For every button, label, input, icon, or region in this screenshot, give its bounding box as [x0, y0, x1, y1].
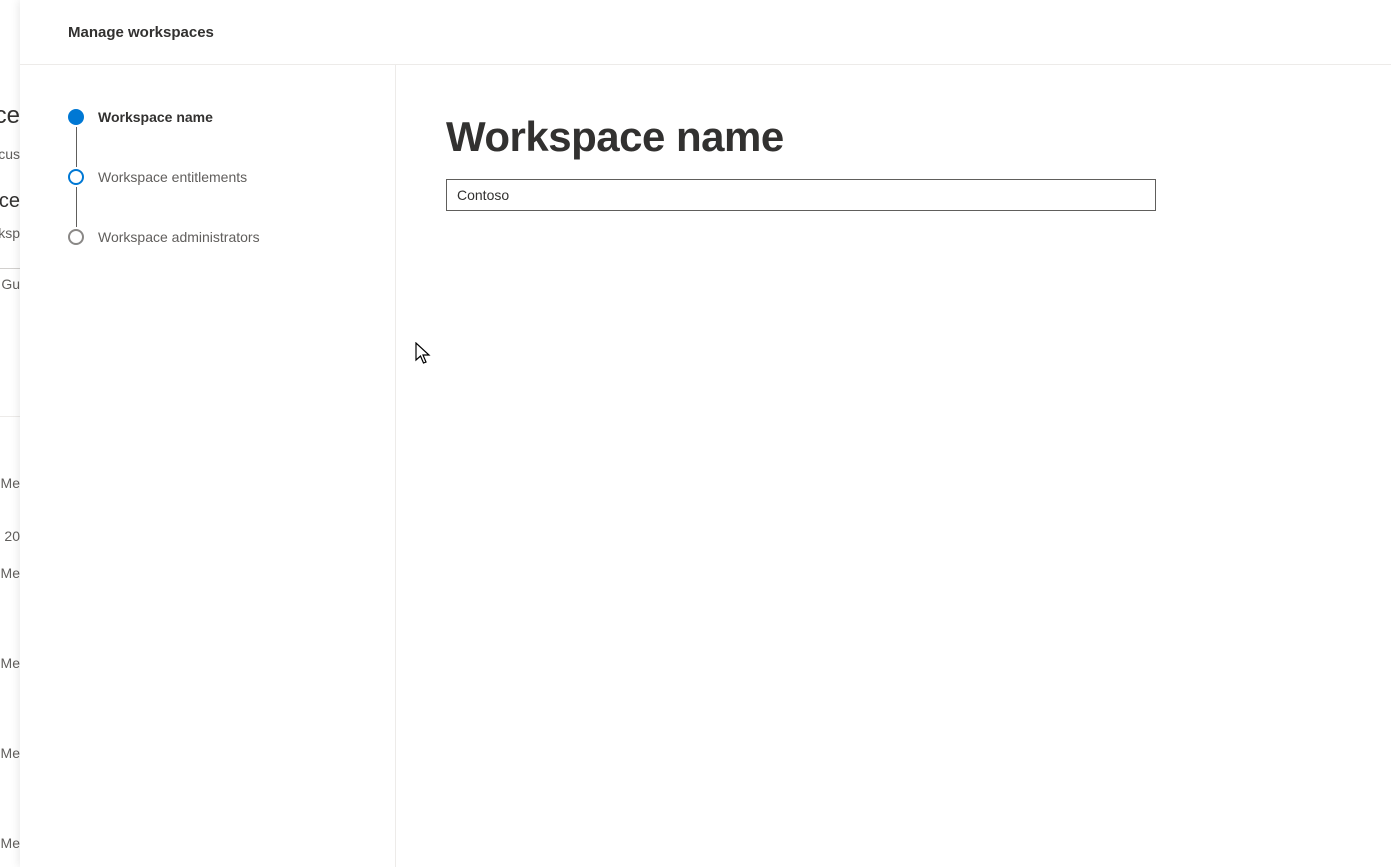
step-indicator-filled-icon	[68, 109, 84, 125]
bg-frag: Me	[1, 745, 20, 761]
panel-title: Manage workspaces	[68, 24, 214, 41]
step-label: Workspace name	[98, 109, 213, 125]
step-workspace-administrators[interactable]: Workspace administrators	[68, 227, 395, 247]
manage-workspaces-panel: Manage workspaces Workspace name Workspa…	[20, 0, 1391, 867]
bg-frag: Me	[1, 655, 20, 671]
step-indicator-outline-icon	[68, 169, 84, 185]
bg-frag: l Gu	[0, 276, 20, 292]
background-cutoff: ce cus ice rksp l Gu Me 20 Me Me Me Me	[0, 0, 20, 867]
bg-divider	[0, 416, 20, 417]
panel-header: Manage workspaces	[20, 0, 1391, 65]
step-workspace-entitlements[interactable]: Workspace entitlements	[68, 167, 395, 187]
step-label: Workspace administrators	[98, 229, 260, 245]
bg-frag: Me	[1, 565, 20, 581]
bg-frag: Me	[1, 475, 20, 491]
bg-frag: 20	[4, 528, 20, 544]
bg-frag: cus	[0, 146, 20, 162]
step-label: Workspace entitlements	[98, 169, 247, 185]
bg-frag: Me	[1, 835, 20, 851]
bg-frag: ice	[0, 190, 20, 213]
step-connector	[76, 187, 77, 227]
step-content: Workspace name	[396, 65, 1391, 867]
bg-frag: rksp	[0, 225, 20, 241]
page-heading: Workspace name	[446, 113, 1341, 161]
step-connector	[76, 127, 77, 167]
step-indicator-outline-icon	[68, 229, 84, 245]
wizard-stepper: Workspace name Workspace entitlements Wo…	[20, 65, 396, 867]
panel-body: Workspace name Workspace entitlements Wo…	[20, 65, 1391, 867]
bg-frag: ce	[0, 102, 20, 130]
step-workspace-name[interactable]: Workspace name	[68, 107, 395, 127]
workspace-name-input[interactable]	[446, 179, 1156, 211]
